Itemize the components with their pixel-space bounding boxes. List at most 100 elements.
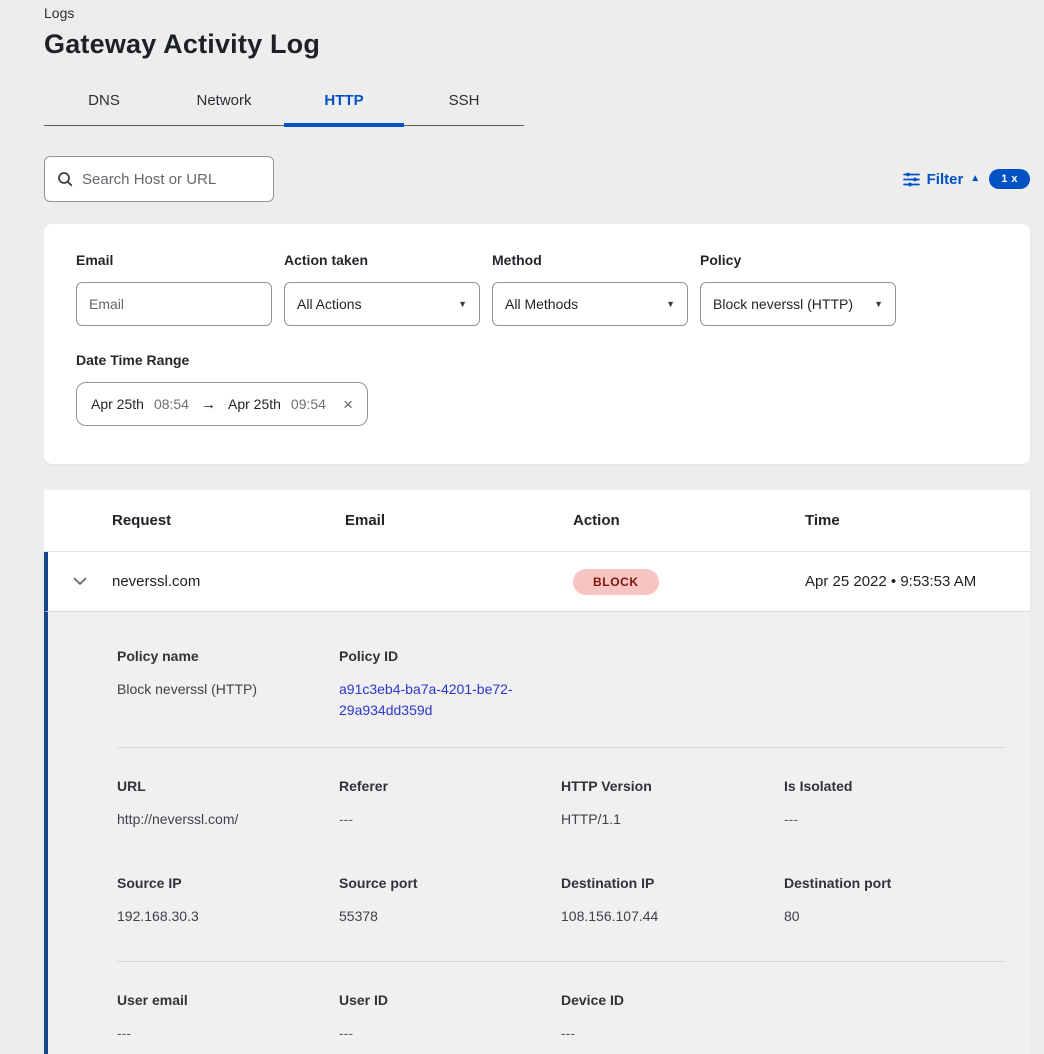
is-isolated-label: Is Isolated xyxy=(784,778,986,794)
filter-panel: Email Action taken All Actions ▼ Method … xyxy=(44,224,1030,464)
action-taken-select[interactable]: All Actions ▼ xyxy=(284,282,480,326)
search-icon xyxy=(57,171,73,187)
table-header-row: Request Email Action Time xyxy=(44,490,1030,552)
tab-ssh[interactable]: SSH xyxy=(404,82,524,125)
referer-label: Referer xyxy=(339,778,541,794)
method-value: All Methods xyxy=(505,296,578,312)
url-label: URL xyxy=(117,778,319,794)
policy-id-field: Policy ID a91c3eb4-ba7a-4201-be72-29a934… xyxy=(339,648,561,721)
request-section-row2: Source IP 192.168.30.3 Source port 55378… xyxy=(117,875,1006,927)
referer-field: Referer --- xyxy=(339,778,561,830)
user-email-field: User email --- xyxy=(117,992,339,1044)
is-isolated-field: Is Isolated --- xyxy=(784,778,1006,830)
filter-sliders-icon xyxy=(903,172,920,187)
col-header-action: Action xyxy=(573,512,805,529)
source-port-field: Source port 55378 xyxy=(339,875,561,927)
filter-label: Filter xyxy=(927,171,964,188)
destination-port-label: Destination port xyxy=(784,875,986,891)
page-header: Logs Gateway Activity Log xyxy=(0,0,1044,60)
destination-ip-value: 108.156.107.44 xyxy=(561,906,764,927)
policy-label: Policy xyxy=(700,252,896,268)
end-time: 09:54 xyxy=(291,396,326,412)
col-header-time: Time xyxy=(805,512,1030,529)
clear-date-range-icon[interactable]: × xyxy=(343,396,353,413)
caret-up-icon: ▲ xyxy=(970,174,980,184)
user-email-value: --- xyxy=(117,1023,319,1044)
user-id-field: User ID --- xyxy=(339,992,561,1044)
date-range-label: Date Time Range xyxy=(76,352,998,368)
is-isolated-value: --- xyxy=(784,809,986,830)
row-request: neverssl.com xyxy=(112,573,345,590)
source-port-value: 55378 xyxy=(339,906,541,927)
method-field: Method All Methods ▼ xyxy=(492,252,688,326)
policy-select[interactable]: Block neverssl (HTTP) ▼ xyxy=(700,282,896,326)
row-action: BLOCK xyxy=(573,569,805,595)
http-version-value: HTTP/1.1 xyxy=(561,809,764,830)
start-time: 08:54 xyxy=(154,396,189,412)
row-details-expanded: Policy name Block neverssl (HTTP) Policy… xyxy=(44,612,1030,1054)
policy-field: Policy Block neverssl (HTTP) ▼ xyxy=(700,252,896,326)
row-time: Apr 25 2022 • 9:53:53 AM xyxy=(805,573,1030,590)
method-select[interactable]: All Methods ▼ xyxy=(492,282,688,326)
user-id-value: --- xyxy=(339,1023,541,1044)
log-type-tabs: DNS Network HTTP SSH xyxy=(44,82,524,126)
caret-down-icon: ▼ xyxy=(458,299,467,309)
email-filter-field: Email xyxy=(76,252,272,326)
search-input[interactable] xyxy=(82,171,261,188)
policy-id-link[interactable]: a91c3eb4-ba7a-4201-be72-29a934dd359d xyxy=(339,679,535,721)
request-section-row1: URL http://neverssl.com/ Referer --- HTT… xyxy=(117,778,1006,830)
source-port-label: Source port xyxy=(339,875,541,891)
block-status-badge: BLOCK xyxy=(573,569,659,595)
destination-port-field: Destination port 80 xyxy=(784,875,1006,927)
device-id-value: --- xyxy=(561,1023,764,1044)
table-row[interactable]: neverssl.com BLOCK Apr 25 2022 • 9:53:53… xyxy=(44,552,1030,612)
policy-id-label: Policy ID xyxy=(339,648,541,664)
col-header-email: Email xyxy=(345,512,573,529)
tab-http[interactable]: HTTP xyxy=(284,82,404,125)
http-version-label: HTTP Version xyxy=(561,778,764,794)
source-ip-field: Source IP 192.168.30.3 xyxy=(117,875,339,927)
date-range-picker[interactable]: Apr 25th 08:54 → Apr 25th 09:54 × xyxy=(76,382,368,426)
gateway-activity-log-page: Logs Gateway Activity Log DNS Network HT… xyxy=(0,0,1044,1054)
destination-ip-label: Destination IP xyxy=(561,875,764,891)
arrow-right-icon: → xyxy=(199,396,218,413)
filter-group: Filter ▲ 1 x xyxy=(903,169,1030,189)
policy-name-label: Policy name xyxy=(117,648,319,664)
policy-name-value: Block neverssl (HTTP) xyxy=(117,679,319,700)
policy-name-field: Policy name Block neverssl (HTTP) xyxy=(117,648,339,721)
user-section: User email --- User ID --- Device ID --- xyxy=(117,992,1006,1044)
end-date: Apr 25th xyxy=(228,396,281,412)
user-email-label: User email xyxy=(117,992,319,1008)
page-title: Gateway Activity Log xyxy=(44,29,1000,60)
filter-button[interactable]: Filter ▲ xyxy=(903,171,981,188)
log-table: Request Email Action Time neverssl.com B… xyxy=(44,490,1030,1054)
email-filter-input[interactable] xyxy=(76,282,272,326)
filter-count-badge[interactable]: 1 x xyxy=(989,169,1030,189)
section-divider xyxy=(117,961,1006,962)
user-id-label: User ID xyxy=(339,992,541,1008)
breadcrumb[interactable]: Logs xyxy=(44,4,1000,21)
policy-section: Policy name Block neverssl (HTTP) Policy… xyxy=(117,648,1006,721)
tab-network[interactable]: Network xyxy=(164,82,284,125)
filter-row: Email Action taken All Actions ▼ Method … xyxy=(76,252,998,326)
action-taken-field: Action taken All Actions ▼ xyxy=(284,252,480,326)
date-range-field: Date Time Range Apr 25th 08:54 → Apr 25t… xyxy=(76,352,998,426)
url-value: http://neverssl.com/ xyxy=(117,809,319,830)
method-label: Method xyxy=(492,252,688,268)
action-taken-value: All Actions xyxy=(297,296,362,312)
chevron-down-icon[interactable] xyxy=(48,577,112,586)
section-divider xyxy=(117,747,1006,748)
col-header-request: Request xyxy=(112,512,345,529)
start-date: Apr 25th xyxy=(91,396,144,412)
search-box xyxy=(44,156,274,202)
http-version-field: HTTP Version HTTP/1.1 xyxy=(561,778,784,830)
caret-down-icon: ▼ xyxy=(874,299,883,309)
device-id-label: Device ID xyxy=(561,992,764,1008)
referer-value: --- xyxy=(339,809,541,830)
action-taken-label: Action taken xyxy=(284,252,480,268)
toolbar: Filter ▲ 1 x xyxy=(0,126,1044,202)
tab-dns[interactable]: DNS xyxy=(44,82,164,125)
email-filter-label: Email xyxy=(76,252,272,268)
url-field: URL http://neverssl.com/ xyxy=(117,778,339,830)
policy-value: Block neverssl (HTTP) xyxy=(713,296,853,312)
